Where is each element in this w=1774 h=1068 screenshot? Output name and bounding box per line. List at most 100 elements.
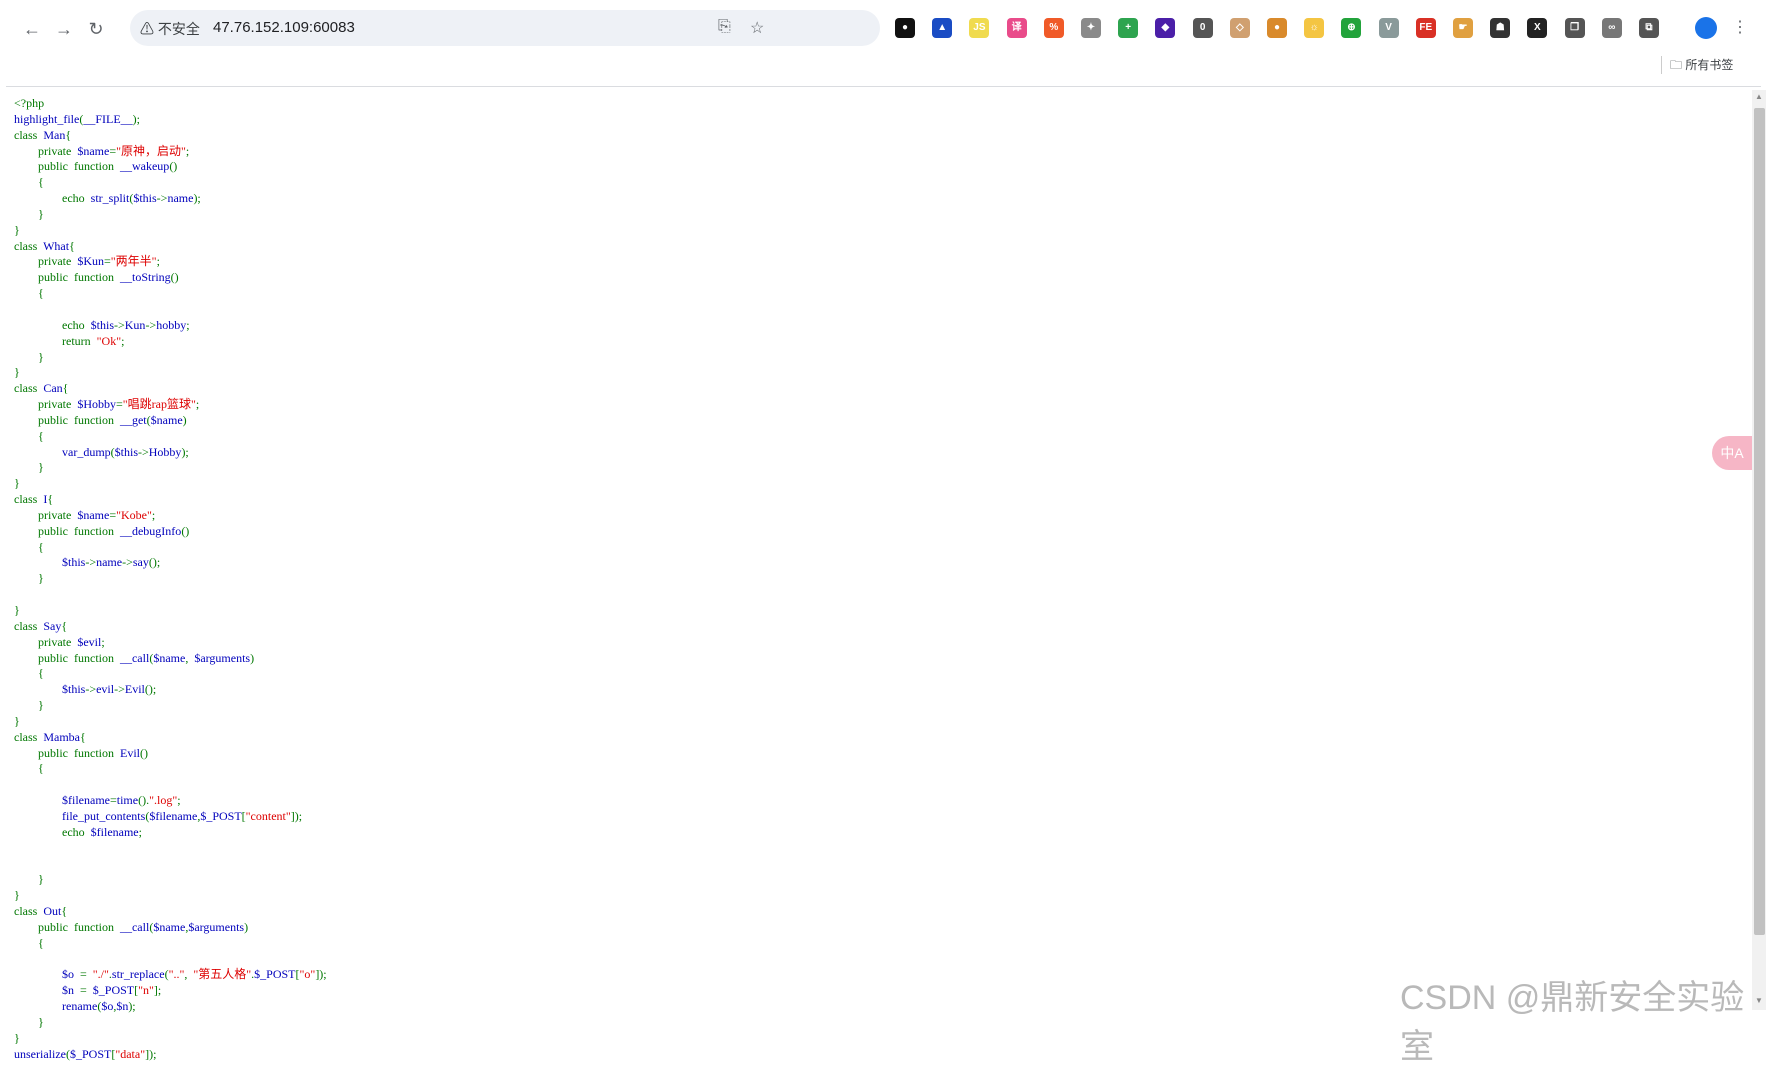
code-token: __call xyxy=(119,919,150,934)
code-line: private $name="原神，启动"; xyxy=(14,144,1714,160)
globe-icon[interactable]: ⊕ xyxy=(1341,18,1362,38)
code-line: class Out{ xyxy=(14,904,1714,920)
code-line: public function __call($name,$arguments) xyxy=(14,920,1714,936)
code-token: () xyxy=(169,159,178,174)
code-token: Mamba xyxy=(43,729,80,744)
copy-icon[interactable]: ❐ xyxy=(1564,18,1585,38)
code-token: What xyxy=(43,238,70,253)
code-token: ; xyxy=(121,333,125,348)
scrollbar-thumb[interactable] xyxy=(1754,108,1765,935)
sun-icon[interactable]: ☼ xyxy=(1304,18,1325,38)
code-token: $Kun xyxy=(77,254,104,269)
security-label: 不安全 xyxy=(157,21,200,37)
code-token: () xyxy=(139,745,148,760)
code-token: = xyxy=(116,397,123,412)
code-line: } xyxy=(14,872,1714,888)
code-token: = xyxy=(104,254,111,269)
code-line: $this->name->say(); xyxy=(14,555,1714,571)
code-token: ; xyxy=(151,507,156,522)
code-token: , xyxy=(185,650,195,665)
code-token: = xyxy=(109,793,117,808)
code-token: -> xyxy=(138,444,149,459)
code-token: ) xyxy=(182,412,187,427)
security-warning[interactable]: ⚠ 不安全 xyxy=(140,19,200,39)
code-token: { xyxy=(14,935,44,950)
code-token: ; xyxy=(177,793,181,808)
code-token: -> xyxy=(114,682,125,697)
code-line: private $evil; xyxy=(14,635,1714,651)
code-token: ; xyxy=(186,317,190,332)
cookie-icon[interactable]: ● xyxy=(1267,18,1287,38)
all-bookmarks-label: 所有书签 xyxy=(1685,58,1734,72)
code-token: rename xyxy=(14,999,98,1014)
code-line: { xyxy=(14,175,1714,191)
code-token: } xyxy=(14,888,20,903)
code-token: } xyxy=(14,476,20,491)
code-token: ]); xyxy=(145,1046,157,1061)
all-bookmarks-button[interactable]: 🗀 所有书签 xyxy=(1670,56,1733,77)
puzzle-icon[interactable]: ✦ xyxy=(1081,18,1101,38)
address-bar[interactable]: ⚠ 不安全 47.76.152.109:60083 ⎘ ☆ xyxy=(130,10,880,46)
circle-icon[interactable]: ● xyxy=(895,18,915,38)
code-line: } xyxy=(14,603,1714,619)
code-token: private xyxy=(14,254,78,269)
code-token: ]; xyxy=(153,983,162,998)
code-token: = xyxy=(80,983,93,998)
code-line: $this->evil->Evil(); xyxy=(14,682,1714,698)
extensions-icon[interactable]: ⧉ xyxy=(1639,18,1659,38)
diamond-icon[interactable]: ◆ xyxy=(1155,18,1176,38)
code-line: class Say{ xyxy=(14,619,1714,635)
js-icon[interactable]: JS xyxy=(969,18,990,38)
code-line: public function __wakeup() xyxy=(14,159,1714,175)
back-icon[interactable]: ← xyxy=(20,17,44,41)
code-token: ]); xyxy=(315,967,327,982)
code-token: public function xyxy=(14,523,120,538)
code-token: private xyxy=(14,507,78,522)
code-token: name xyxy=(96,555,123,570)
profile-avatar[interactable] xyxy=(1695,17,1717,39)
code-line: { xyxy=(14,666,1714,682)
plus-icon[interactable]: + xyxy=(1118,18,1139,38)
floating-translate-button[interactable]: 中A xyxy=(1712,436,1752,470)
scroll-up-icon[interactable]: ▲ xyxy=(1753,92,1765,104)
link-icon[interactable]: ∞ xyxy=(1601,18,1622,38)
translate-icon[interactable]: 译 xyxy=(1006,18,1027,38)
code-token: } xyxy=(14,222,20,237)
code-line: class Mamba{ xyxy=(14,730,1714,746)
triangle-icon[interactable]: ▲ xyxy=(932,18,953,38)
target-icon[interactable]: ◇ xyxy=(1229,18,1250,38)
translate-page-icon[interactable]: ⎘ xyxy=(718,18,731,36)
code-token: { xyxy=(14,428,44,443)
counter-icon[interactable]: 0 xyxy=(1192,18,1213,38)
code-token: { xyxy=(14,761,44,776)
code-token: __FILE__ xyxy=(83,111,133,126)
fe-icon[interactable]: FE xyxy=(1415,18,1436,38)
code-token: } xyxy=(14,603,20,617)
hand-icon[interactable]: ☛ xyxy=(1453,18,1473,38)
code-token: public function xyxy=(14,919,120,934)
code-token: __toString xyxy=(119,270,171,285)
code-line: private $name="Kobe"; xyxy=(14,508,1714,524)
reload-icon[interactable]: ↻ xyxy=(84,17,108,41)
code-token: $name xyxy=(77,143,110,158)
code-token: "第五人格" xyxy=(193,967,252,982)
code-token: ; xyxy=(138,824,142,839)
forward-icon[interactable]: → xyxy=(52,17,76,41)
code-token: } xyxy=(14,872,44,887)
code-line: } xyxy=(14,888,1714,904)
bookmark-star-icon[interactable]: ☆ xyxy=(750,18,764,38)
menu-icon[interactable]: ⋮ xyxy=(1728,14,1752,42)
vue-icon[interactable]: V xyxy=(1378,18,1399,38)
code-line: public function Evil() xyxy=(14,746,1714,762)
code-line: } xyxy=(14,223,1714,239)
code-line: class What{ xyxy=(14,239,1714,255)
hat-icon[interactable]: ☗ xyxy=(1490,18,1511,38)
code-token: Say xyxy=(43,618,62,633)
x-icon[interactable]: X xyxy=(1527,18,1548,38)
percent-icon[interactable]: % xyxy=(1043,18,1064,38)
code-token: return xyxy=(14,333,97,348)
url-text[interactable]: 47.76.152.109:60083 xyxy=(213,19,355,36)
